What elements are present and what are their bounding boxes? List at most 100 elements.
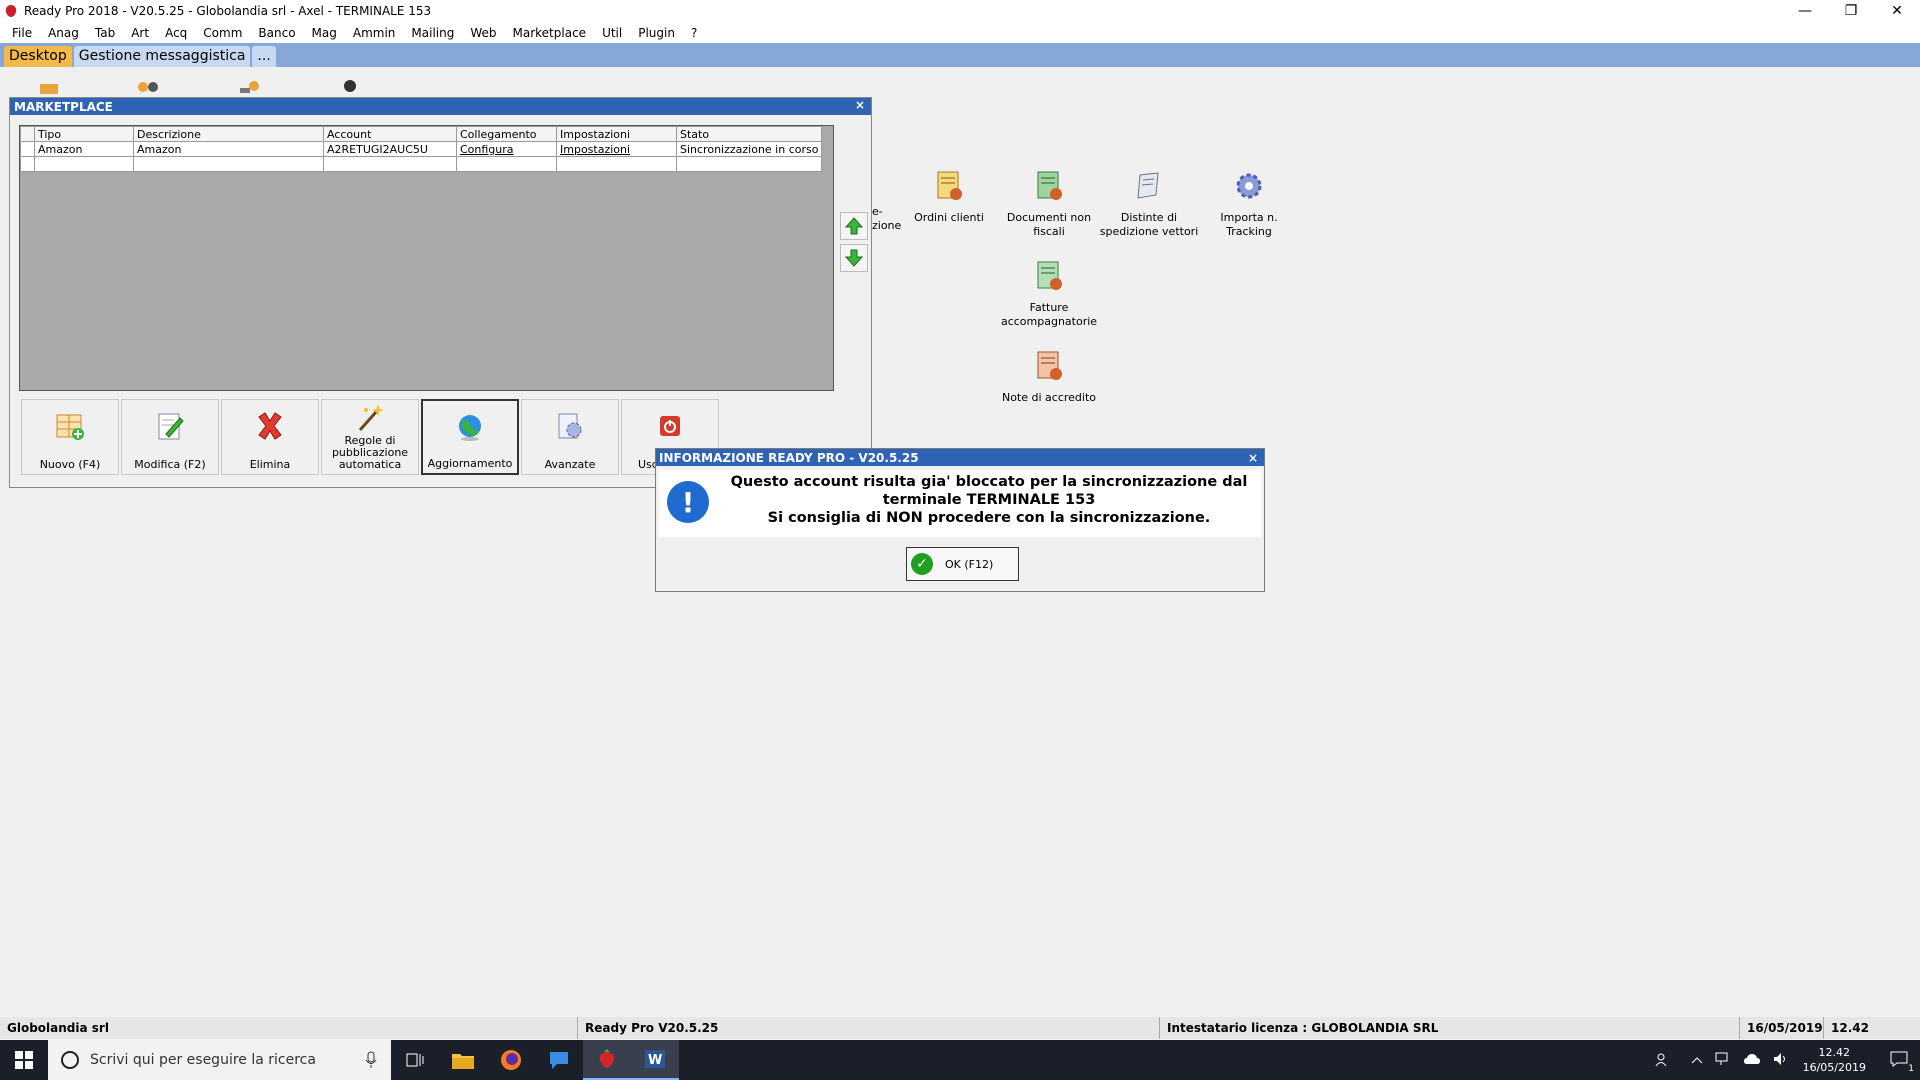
status-version: Ready Pro V20.5.25 — [578, 1017, 1160, 1039]
dialog-message: Questo account risulta gia' bloccato per… — [729, 473, 1249, 527]
arrow-up-icon — [844, 217, 864, 235]
ok-button-label: OK (F12) — [945, 557, 994, 571]
menu-file[interactable]: File — [4, 26, 40, 40]
marketplace-titlebar: MARKETPLACE × — [10, 98, 871, 115]
taskbar-firefox[interactable] — [487, 1040, 535, 1080]
note-accredito-shortcut[interactable]: Note di accredito — [999, 349, 1099, 405]
documenti-non-fiscali-shortcut[interactable]: Documenti non fiscali — [999, 169, 1099, 239]
impostazioni-link[interactable]: Impostazioni — [556, 141, 677, 157]
taskbar-clock[interactable]: 12.42 16/05/2019 — [1803, 1045, 1866, 1075]
invoice-icon — [1037, 261, 1062, 290]
column-header-collegamento[interactable]: Collegamento — [456, 126, 557, 142]
person-icon — [344, 80, 356, 92]
menu-mag[interactable]: Mag — [304, 26, 345, 40]
move-up-button[interactable] — [840, 212, 868, 240]
onedrive-cloud-icon[interactable] — [1743, 1053, 1761, 1068]
aggiornamento-button[interactable]: Aggiornamento — [421, 399, 519, 475]
taskbar-app-chat[interactable] — [535, 1040, 583, 1080]
ready-pro-app-icon — [5, 5, 17, 17]
window-title: Ready Pro 2018 - V20.5.25 - Globolandia … — [24, 4, 432, 18]
tab-gestione-messaggistica[interactable]: Gestione messaggistica — [73, 46, 251, 67]
notification-count: 1 — [1908, 1063, 1914, 1074]
menu-art[interactable]: Art — [123, 26, 157, 40]
tab-strip: Desktop Gestione messaggistica ... — [0, 43, 1920, 67]
status-bar: Globolandia srl Ready Pro V20.5.25 Intes… — [0, 1017, 1920, 1039]
column-header-stato[interactable]: Stato — [675, 126, 823, 142]
minimize-button[interactable]: — — [1782, 0, 1828, 22]
menu-anag[interactable]: Anag — [40, 26, 87, 40]
people-icon[interactable] — [1655, 1051, 1671, 1070]
menu-util[interactable]: Util — [594, 26, 630, 40]
avanzate-button[interactable]: Avanzate — [521, 399, 619, 475]
magic-wand-icon — [358, 404, 384, 431]
word-icon: W — [645, 1050, 665, 1068]
dialog-message-area: ! Questo account risulta gia' bloccato p… — [659, 469, 1261, 537]
column-header-impostazioni[interactable]: Impostazioni — [556, 126, 677, 142]
menu-marketplace[interactable]: Marketplace — [505, 26, 595, 40]
tab-desktop[interactable]: Desktop — [4, 46, 72, 67]
menu-acq[interactable]: Acq — [157, 26, 195, 40]
restore-button[interactable]: ❐ — [1828, 0, 1874, 22]
marketplace-close-button[interactable]: × — [855, 98, 865, 112]
dialog-message-line: Si consiglia di NON procedere con la sin… — [767, 510, 1211, 526]
modifica-button[interactable]: Modifica (F2) — [121, 399, 219, 475]
dialog-close-button[interactable]: × — [1248, 451, 1258, 465]
start-button[interactable] — [0, 1040, 48, 1080]
table-row[interactable]: Amazon Amazon A2RETUGI2AUC5U Configura I… — [20, 141, 823, 157]
ok-button[interactable]: ✓ OK (F12) — [906, 547, 1019, 581]
elimina-label: Elimina — [249, 458, 291, 471]
taskbar-word[interactable]: W — [631, 1040, 679, 1080]
status-date: 16/05/2019 — [1740, 1017, 1824, 1039]
fatture-accompagnatorie-shortcut[interactable]: Fatture accompagnatorie — [999, 259, 1099, 329]
action-center-icon[interactable]: 1 — [1890, 1051, 1914, 1074]
firefox-icon — [501, 1050, 521, 1070]
worker-icon — [240, 81, 259, 93]
show-hidden-icons-chevron[interactable] — [1691, 1054, 1703, 1067]
menu-plugin[interactable]: Plugin — [630, 26, 683, 40]
marketplace-title: MARKETPLACE — [14, 99, 113, 114]
table-row-empty[interactable] — [20, 156, 823, 172]
taskbar-search-box[interactable]: Scrivi qui per eseguire la ricerca — [48, 1040, 391, 1080]
menu-web[interactable]: Web — [462, 26, 504, 40]
marketplace-table: Tipo Descrizione Account Collegamento Im… — [20, 126, 823, 172]
move-down-button[interactable] — [840, 244, 868, 272]
column-header-account[interactable]: Account — [323, 126, 457, 142]
menu-banco[interactable]: Banco — [250, 26, 303, 40]
new-grid-icon — [56, 414, 84, 440]
menu-help[interactable]: ? — [683, 26, 705, 40]
marketplace-grid[interactable]: Tipo Descrizione Account Collegamento Im… — [19, 125, 834, 391]
menu-ammin[interactable]: Ammin — [345, 26, 404, 40]
column-header-tipo[interactable]: Tipo — [34, 126, 134, 142]
volume-icon[interactable] — [1773, 1052, 1789, 1069]
globe-refresh-icon — [459, 415, 481, 441]
status-time: 12.42 — [1831, 1021, 1869, 1035]
marketplace-window: MARKETPLACE × Tipo Descrizione Account C… — [9, 97, 872, 488]
nuovo-button[interactable]: Nuovo (F4) — [21, 399, 119, 475]
people-icon — [40, 84, 58, 94]
search-placeholder: Scrivi qui per eseguire la ricerca — [90, 1052, 316, 1068]
ordini-clienti-shortcut[interactable]: Ordini clienti — [899, 169, 999, 225]
tab-more[interactable]: ... — [252, 46, 276, 67]
taskbar-file-explorer[interactable] — [439, 1040, 487, 1080]
status-license: Intestatario licenza : GLOBOLANDIA SRL — [1160, 1017, 1740, 1039]
elimina-button[interactable]: Elimina — [221, 399, 319, 475]
row-selector[interactable] — [20, 156, 35, 172]
close-window-button[interactable]: ✕ — [1874, 0, 1920, 22]
row-selector[interactable] — [20, 141, 35, 157]
dialog-message-line: terminale TERMINALE 153 — [882, 492, 1096, 508]
taskbar-ready-pro[interactable] — [583, 1040, 631, 1080]
microphone-icon[interactable] — [365, 1051, 377, 1069]
configura-link[interactable]: Configura — [456, 141, 557, 157]
menu-comm[interactable]: Comm — [195, 26, 250, 40]
exclamation-info-icon: ! — [667, 481, 709, 523]
menu-tab[interactable]: Tab — [87, 26, 123, 40]
network-icon[interactable] — [1715, 1052, 1731, 1069]
distinte-spedizione-shortcut[interactable]: Distinte di spedizione vettori — [1099, 169, 1199, 239]
column-header-descrizione[interactable]: Descrizione — [133, 126, 324, 142]
importa-tracking-shortcut[interactable]: Importa n. Tracking — [1199, 169, 1299, 239]
system-tray: 12.42 16/05/2019 1 — [1649, 1040, 1920, 1080]
regole-pubblicazione-button[interactable]: Regole di pubblicazione automatica — [321, 399, 419, 475]
menu-mailing[interactable]: Mailing — [403, 26, 462, 40]
task-view-button[interactable] — [391, 1040, 439, 1080]
distinte-spedizione-label: Distinte di spedizione vettori — [1099, 211, 1199, 238]
